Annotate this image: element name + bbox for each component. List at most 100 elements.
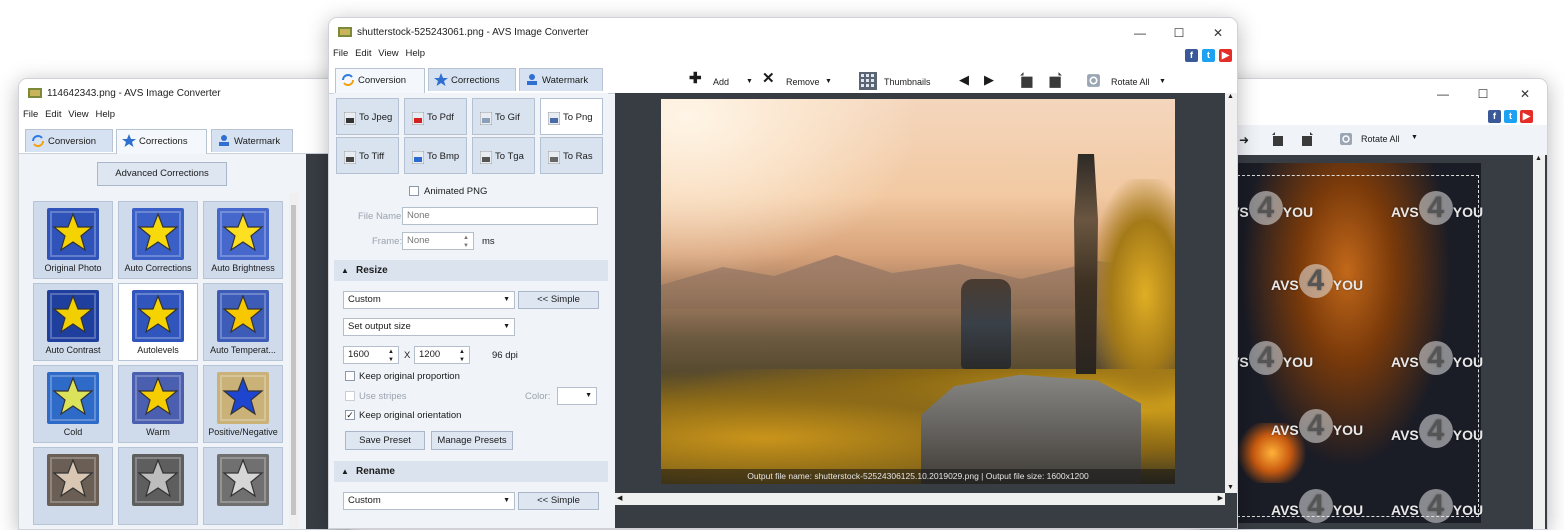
minimize-button[interactable]: — [1429, 85, 1457, 103]
scroll-right-icon[interactable]: ▶ [1218, 494, 1223, 502]
spinner-icon[interactable]: ▲ ▼ [463, 234, 469, 250]
remove-label[interactable]: Remove [786, 74, 820, 90]
menu-view[interactable]: View [68, 109, 88, 120]
youtube-icon[interactable]: ▶ [1520, 110, 1533, 123]
menu-file[interactable]: File [23, 109, 38, 120]
add-icon[interactable]: ✚ [689, 71, 702, 87]
effect-tile[interactable]: Positive/Negative [203, 365, 283, 443]
color-picker[interactable]: ▼ [557, 387, 597, 405]
effect-tile[interactable]: Original Photo [33, 201, 113, 279]
format-button-to-tga[interactable]: To Tga [472, 137, 535, 174]
resize-simple-button[interactable]: << Simple [518, 291, 599, 309]
size-mode-select[interactable]: Set output size ▼ [343, 318, 515, 336]
remove-dropdown-icon[interactable]: ▼ [825, 74, 832, 90]
close-button[interactable]: ✕ [1204, 24, 1232, 42]
rotate-right-icon[interactable] [1045, 71, 1063, 89]
spinner-icon[interactable]: ▲ ▼ [459, 348, 465, 364]
right-scrollbar[interactable]: ▲ [1533, 155, 1545, 529]
rotate-all-label[interactable]: Rotate All [1111, 74, 1150, 90]
use-stripes-checkbox[interactable] [345, 391, 355, 401]
preview-hscrollbar[interactable]: ◀ ▶ [615, 493, 1225, 505]
resize-preset-select[interactable]: Custom ▼ [343, 291, 515, 309]
menu-view[interactable]: View [378, 48, 398, 59]
effect-tile[interactable] [33, 447, 113, 525]
rotate-all-dropdown-icon[interactable]: ▼ [1411, 134, 1418, 141]
facebook-icon[interactable]: f [1488, 110, 1501, 123]
animated-png-checkbox[interactable] [409, 186, 419, 196]
format-button-to-ras[interactable]: To Ras [540, 137, 603, 174]
rotate-all-label[interactable]: Rotate All [1361, 134, 1400, 144]
rotate-all-dropdown-icon[interactable]: ▼ [1159, 74, 1166, 90]
resize-section-header[interactable]: ▲ Resize [334, 260, 608, 281]
facebook-icon[interactable]: f [1185, 49, 1198, 62]
effect-tile[interactable] [118, 447, 198, 525]
scroll-thumb[interactable] [291, 205, 296, 515]
effect-tile[interactable]: Auto Brightness [203, 201, 283, 279]
frame-field[interactable]: None ▲ ▼ [402, 232, 474, 250]
height-input[interactable]: 1200 ▲ ▼ [414, 346, 470, 364]
rotate-left-icon[interactable] [1019, 71, 1037, 89]
menu-edit[interactable]: Edit [45, 109, 61, 120]
manage-presets-button[interactable]: Manage Presets [431, 431, 513, 450]
next-arrow-icon[interactable]: ▶ [984, 72, 994, 88]
rename-simple-button[interactable]: << Simple [518, 492, 599, 510]
arrow-right-icon[interactable]: ➜ [1239, 133, 1249, 147]
previous-arrow-icon[interactable]: ◀ [959, 72, 969, 88]
width-input[interactable]: 1600 ▲ ▼ [343, 346, 399, 364]
effect-tile[interactable]: Autolevels [118, 283, 198, 361]
collapse-icon[interactable]: ▲ [341, 461, 349, 482]
format-button-to-gif[interactable]: To Gif [472, 98, 535, 135]
left-scrollbar[interactable] [289, 193, 299, 529]
format-button-to-pdf[interactable]: To Pdf [404, 98, 467, 135]
twitter-icon[interactable]: t [1504, 110, 1517, 123]
rotate-right-icon[interactable] [1298, 131, 1314, 147]
effect-tile[interactable]: Auto Corrections [118, 201, 198, 279]
rotate-all-icon[interactable] [1086, 73, 1101, 88]
twitter-icon[interactable]: t [1202, 49, 1215, 62]
menu-edit[interactable]: Edit [355, 48, 371, 59]
maximize-button[interactable]: ☐ [1469, 85, 1497, 103]
youtube-icon[interactable]: ▶ [1219, 49, 1232, 62]
tab-watermark[interactable]: Watermark [211, 129, 293, 152]
scroll-up-icon[interactable]: ▲ [1227, 93, 1234, 100]
add-label[interactable]: Add [713, 74, 729, 90]
effect-tile[interactable]: Warm [118, 365, 198, 443]
thumbnails-label[interactable]: Thumbnails [884, 74, 931, 90]
advanced-corrections-button[interactable]: Advanced Corrections [97, 162, 227, 186]
format-button-to-jpeg[interactable]: To Jpeg [336, 98, 399, 135]
effect-tile[interactable]: Auto Temperat... [203, 283, 283, 361]
save-preset-button[interactable]: Save Preset [345, 431, 425, 450]
effect-tile[interactable]: Cold [33, 365, 113, 443]
remove-icon[interactable]: ✕ [762, 71, 775, 87]
rotate-all-icon[interactable] [1339, 132, 1353, 146]
file-name-field[interactable]: None [402, 207, 598, 225]
keep-proportion-checkbox[interactable] [345, 371, 355, 381]
format-button-to-bmp[interactable]: To Bmp [404, 137, 467, 174]
rename-preset-select[interactable]: Custom ▼ [343, 492, 515, 510]
tab-conversion[interactable]: Conversion [25, 129, 113, 152]
tab-watermark[interactable]: Watermark [519, 68, 603, 91]
scroll-down-icon[interactable]: ▼ [1227, 484, 1234, 491]
format-button-to-png[interactable]: To Png [540, 98, 603, 135]
keep-orientation-checkbox[interactable]: ✓ [345, 410, 355, 420]
close-button[interactable]: ✕ [1511, 85, 1539, 103]
spinner-icon[interactable]: ▲ ▼ [388, 348, 394, 364]
collapse-icon[interactable]: ▲ [341, 260, 349, 281]
menu-help[interactable]: Help [95, 109, 115, 120]
maximize-button[interactable]: ☐ [1165, 24, 1193, 42]
minimize-button[interactable]: — [1126, 24, 1154, 42]
add-dropdown-icon[interactable]: ▼ [746, 74, 753, 90]
preview-vscrollbar[interactable]: ▲ ▼ [1225, 93, 1237, 493]
effect-tile[interactable] [203, 447, 283, 525]
format-button-to-tiff[interactable]: To Tiff [336, 137, 399, 174]
rotate-left-icon[interactable] [1271, 131, 1287, 147]
tab-conversion[interactable]: Conversion [335, 68, 425, 93]
menu-file[interactable]: File [333, 48, 348, 59]
tab-corrections[interactable]: Corrections [116, 129, 207, 154]
menu-help[interactable]: Help [405, 48, 425, 59]
scroll-up-icon[interactable]: ▲ [1535, 155, 1542, 162]
scroll-left-icon[interactable]: ◀ [617, 494, 622, 502]
rename-section-header[interactable]: ▲ Rename [334, 461, 608, 482]
tab-corrections[interactable]: Corrections [428, 68, 516, 91]
effect-tile[interactable]: Auto Contrast [33, 283, 113, 361]
